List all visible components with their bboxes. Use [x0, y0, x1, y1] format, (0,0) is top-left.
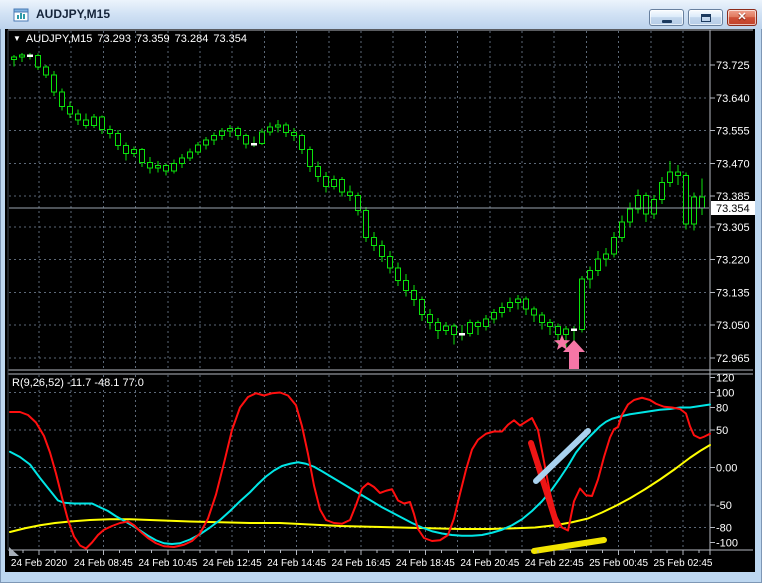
svg-text:25 Feb 00:45: 25 Feb 00:45	[589, 558, 648, 569]
svg-text:24 Feb 2020: 24 Feb 2020	[11, 558, 68, 569]
svg-text:73.354: 73.354	[716, 203, 750, 215]
window-controls: ✕	[649, 9, 757, 26]
window-title: AUDJPY,M15	[36, 7, 111, 21]
chart-canvas[interactable]: 73.72573.64073.55573.47073.38573.30573.2…	[5, 29, 755, 572]
svg-text:50: 50	[716, 425, 728, 437]
svg-text:73.640: 73.640	[716, 93, 750, 105]
chart-icon	[13, 7, 29, 23]
header-high: 73.359	[136, 33, 170, 45]
svg-text:24 Feb 08:45: 24 Feb 08:45	[74, 558, 133, 569]
svg-text:73.470: 73.470	[716, 158, 750, 170]
svg-text:24 Feb 18:45: 24 Feb 18:45	[396, 558, 455, 569]
svg-text:73.725: 73.725	[716, 60, 750, 72]
header-low: 73.284	[174, 33, 209, 45]
minimize-icon	[661, 19, 672, 23]
header-open: 73.293	[97, 33, 132, 45]
minimize-button[interactable]	[649, 9, 684, 26]
indicator-label: R(9,26,52) -11.7 -48.1 77.0	[12, 377, 144, 389]
svg-text:24 Feb 16:45: 24 Feb 16:45	[332, 558, 391, 569]
svg-text:24 Feb 20:45: 24 Feb 20:45	[460, 558, 519, 569]
svg-text:100: 100	[716, 388, 734, 400]
svg-text:24 Feb 14:45: 24 Feb 14:45	[267, 558, 326, 569]
svg-text:73.305: 73.305	[716, 222, 750, 234]
svg-text:25 Feb 02:45: 25 Feb 02:45	[654, 558, 713, 569]
current-price-tag: 73.354	[711, 201, 755, 215]
svg-text:73.555: 73.555	[716, 126, 750, 138]
restore-icon	[700, 13, 711, 22]
close-icon: ✕	[737, 11, 747, 23]
svg-text:24 Feb 10:45: 24 Feb 10:45	[138, 558, 197, 569]
svg-text:80: 80	[716, 403, 728, 415]
chart-area[interactable]: 73.725 73.640 73.555 73.470 73.385 73.305 73.2…	[5, 29, 755, 572]
chart-ohlc-header: ▼ AUDJPY,M15 73.293 73.359 73.284 73.354	[13, 33, 252, 45]
header-symbol: AUDJPY,M15	[25, 33, 93, 45]
svg-text:0.00: 0.00	[716, 463, 737, 475]
close-button[interactable]: ✕	[727, 9, 757, 26]
header-close: 73.354	[213, 33, 247, 45]
svg-text:73.220: 73.220	[716, 255, 750, 267]
svg-text:-80: -80	[716, 523, 732, 535]
svg-text:24 Feb 22:45: 24 Feb 22:45	[525, 558, 584, 569]
restore-button[interactable]	[688, 9, 723, 26]
svg-text:73.050: 73.050	[716, 320, 750, 332]
svg-text:73.135: 73.135	[716, 287, 750, 299]
svg-text:-100: -100	[716, 538, 738, 550]
titlebar[interactable]: AUDJPY,M15 ✕	[0, 0, 762, 29]
svg-text:24 Feb 12:45: 24 Feb 12:45	[203, 558, 262, 569]
svg-text:120: 120	[716, 373, 734, 385]
svg-text:-50: -50	[716, 500, 732, 512]
chart-window: AUDJPY,M15 ✕ 73.725 73.640 73.555 73.470 73.…	[0, 0, 762, 583]
svg-text:72.965: 72.965	[716, 353, 750, 365]
symbol-dropdown-icon[interactable]: ▼	[13, 34, 21, 43]
